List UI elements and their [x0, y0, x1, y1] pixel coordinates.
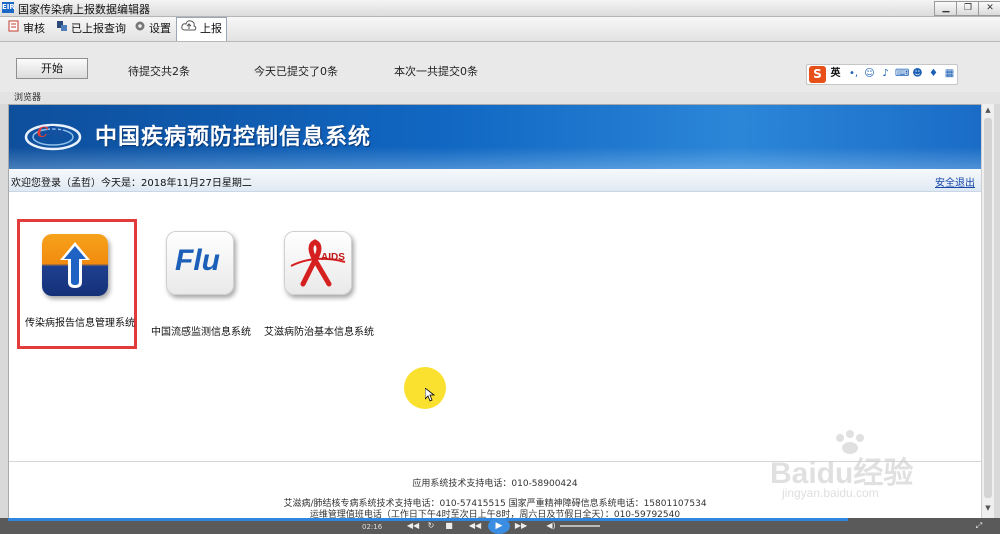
- punctuation-icon[interactable]: •,: [847, 67, 860, 81]
- play-icon[interactable]: ▶: [488, 518, 510, 534]
- shirt-icon[interactable]: ♦: [927, 67, 940, 81]
- close-button[interactable]: ✕: [978, 1, 1000, 16]
- mic-icon[interactable]: ♪: [879, 67, 892, 81]
- action-bar: 开始 待提交共2条 今天已提交了0条 本次一共提交0条 S 英 •, ☺ ♪ ⌨…: [0, 42, 1000, 93]
- app-label: 艾滋病防治基本信息系统: [264, 327, 374, 338]
- scroll-down-icon[interactable]: ▼: [983, 504, 993, 514]
- volume-slider[interactable]: [560, 525, 600, 527]
- gear-icon: [134, 20, 146, 38]
- welcome-bar: 欢迎您登录（孟哲）今天是：2018年11月27日星期二 安全退出: [9, 169, 981, 192]
- grid-icon[interactable]: ▦: [943, 67, 956, 81]
- user-icon[interactable]: ☻: [911, 67, 924, 81]
- today-count: 今天已提交了0条: [254, 65, 338, 78]
- scroll-thumb[interactable]: [984, 118, 992, 498]
- ime-lang[interactable]: 英: [829, 67, 842, 81]
- next-icon[interactable]: ▶▶: [514, 521, 528, 531]
- keyboard-icon[interactable]: ⌨: [895, 67, 909, 81]
- svg-text:D: D: [47, 124, 59, 138]
- app-icon: EIR: [2, 2, 15, 13]
- loop-icon[interactable]: ↻: [424, 521, 438, 531]
- tab-query[interactable]: 已上报查询: [56, 20, 126, 38]
- app-infectious-disease[interactable]: 传染病报告信息管理系统: [17, 219, 137, 349]
- cdc-logo-icon: C D C: [24, 123, 82, 151]
- toolbar: 审核 已上报查询 设置 上报: [0, 17, 1000, 42]
- svg-text:C: C: [37, 125, 48, 141]
- app-aids[interactable]: AIDS 艾滋病防治基本信息系统: [259, 219, 379, 349]
- session-count: 本次一共提交0条: [394, 65, 478, 78]
- app-flu[interactable]: Flu 中国流感监测信息系统: [141, 219, 261, 349]
- volume-icon[interactable]: ◀): [544, 521, 558, 531]
- start-button[interactable]: 开始: [16, 58, 88, 79]
- tab-review-label: 审核: [23, 22, 45, 35]
- restore-button[interactable]: ❐: [956, 1, 980, 16]
- tab-upload-label: 上报: [200, 22, 222, 35]
- aids-ribbon-icon: AIDS: [284, 231, 352, 295]
- vertical-scrollbar[interactable]: ▲ ▼: [981, 104, 994, 518]
- sogou-logo-icon: S: [809, 66, 826, 83]
- baidu-watermark: Baidu经验 jingyan.baidu.com: [760, 430, 980, 510]
- pending-count: 待提交共2条: [128, 65, 190, 78]
- browser-label: 浏览器: [0, 92, 1000, 104]
- rewind-icon[interactable]: ◀◀: [406, 521, 420, 531]
- watermark-url: jingyan.baidu.com: [782, 486, 879, 500]
- svg-text:C: C: [59, 126, 69, 140]
- cdc-banner: C D C 中国疾病预防控制信息系统: [9, 105, 981, 169]
- tab-settings[interactable]: 设置: [134, 20, 171, 38]
- welcome-text: 欢迎您登录（孟哲）今天是：2018年11月27日星期二: [11, 178, 252, 189]
- window-title: 国家传染病上报数据编辑器: [18, 3, 150, 16]
- minimize-button[interactable]: ▁: [934, 1, 958, 16]
- cloud-upload-icon: [181, 18, 197, 40]
- tab-upload[interactable]: 上报: [176, 17, 227, 41]
- video-controls: 02:16 ◀◀ ↻ ■ ◀◀ ▶ ▶▶ ◀) ⤢: [0, 518, 1000, 534]
- prev-icon[interactable]: ◀◀: [468, 521, 482, 531]
- upload-arrow-icon: [42, 234, 108, 296]
- fullscreen-icon[interactable]: ⤢: [972, 521, 986, 531]
- tab-review[interactable]: 审核: [8, 20, 45, 38]
- ime-toolbar[interactable]: S 英 •, ☺ ♪ ⌨ ☻ ♦ ▦: [806, 64, 958, 85]
- app-label: 传染病报告信息管理系统: [25, 318, 135, 329]
- banner-title: 中国疾病预防控制信息系统: [95, 125, 372, 150]
- logout-link[interactable]: 安全退出: [935, 174, 975, 189]
- query-icon: [56, 20, 68, 38]
- title-bar: EIR 国家传染病上报数据编辑器 ▁ ❐ ✕: [0, 0, 1000, 17]
- mouse-pointer-icon: [425, 388, 435, 402]
- emoji-icon[interactable]: ☺: [863, 67, 876, 81]
- flu-icon: Flu: [166, 231, 234, 295]
- scroll-up-icon[interactable]: ▲: [983, 106, 993, 116]
- review-icon: [8, 20, 20, 38]
- video-time: 02:16: [362, 523, 383, 531]
- tab-query-label: 已上报查询: [71, 22, 126, 35]
- tab-settings-label: 设置: [149, 22, 171, 35]
- stop-icon[interactable]: ■: [442, 521, 456, 531]
